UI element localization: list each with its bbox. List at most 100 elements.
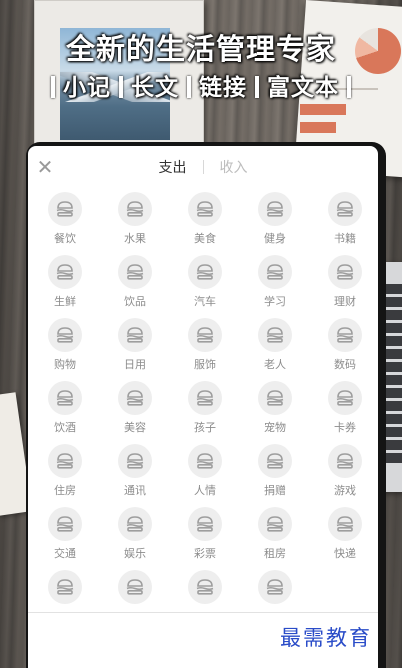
- category-item[interactable]: 餐饮: [30, 192, 100, 255]
- category-item[interactable]: 美容: [100, 381, 170, 444]
- category-item[interactable]: 卡券: [310, 381, 378, 444]
- burger-icon: [56, 264, 74, 280]
- burger-icon: [196, 390, 214, 406]
- category-item[interactable]: 租房: [240, 507, 310, 570]
- category-item[interactable]: 快递: [310, 507, 378, 570]
- category-item[interactable]: 美食: [170, 192, 240, 255]
- category-item[interactable]: 交通: [30, 507, 100, 570]
- category-label: 快递: [334, 547, 356, 560]
- category-label: 服饰: [194, 358, 216, 371]
- category-item[interactable]: 水果: [100, 192, 170, 255]
- category-item[interactable]: 汽车: [170, 255, 240, 318]
- feature-label: 富文本: [267, 75, 339, 101]
- category-label: 汽车: [194, 295, 216, 308]
- category-icon-circle: [118, 255, 152, 289]
- category-item[interactable]: 服饰: [170, 318, 240, 381]
- category-icon-circle: [188, 318, 222, 352]
- category-label: 住房: [54, 484, 76, 497]
- category-item[interactable]: 饮品: [100, 255, 170, 318]
- category-icon-circle: [188, 507, 222, 541]
- promo-feature-list: 小记 长文 链接 富文本: [0, 68, 402, 102]
- burger-icon: [196, 264, 214, 280]
- category-label: 通讯: [124, 484, 146, 497]
- category-item[interactable]: 书籍: [310, 192, 378, 255]
- category-item[interactable]: 孩子: [170, 381, 240, 444]
- category-item[interactable]: 健身: [240, 192, 310, 255]
- burger-icon: [336, 201, 354, 217]
- category-icon-circle: [188, 192, 222, 226]
- category-icon-circle: [48, 255, 82, 289]
- category-label: 健身: [264, 232, 286, 245]
- burger-icon: [266, 579, 284, 595]
- category-icon-circle: [118, 507, 152, 541]
- category-label: 卡券: [334, 421, 356, 434]
- category-icon-circle: [188, 444, 222, 478]
- category-item[interactable]: 住房: [30, 444, 100, 507]
- category-item[interactable]: 宠物: [240, 381, 310, 444]
- category-label: 饮品: [124, 295, 146, 308]
- category-item[interactable]: 娱乐: [100, 507, 170, 570]
- category-item[interactable]: 捐赠: [240, 444, 310, 507]
- category-icon-circle: [328, 318, 362, 352]
- burger-icon: [126, 453, 144, 469]
- category-item[interactable]: [100, 570, 170, 633]
- burger-icon: [196, 201, 214, 217]
- burger-icon: [266, 201, 284, 217]
- burger-icon: [196, 579, 214, 595]
- category-icon-circle: [118, 570, 152, 604]
- category-icon-circle: [328, 192, 362, 226]
- category-item[interactable]: 购物: [30, 318, 100, 381]
- panel-divider: [28, 612, 378, 613]
- category-label: 捐赠: [264, 484, 286, 497]
- category-icon-circle: [328, 444, 362, 478]
- burger-icon: [126, 327, 144, 343]
- burger-icon: [126, 516, 144, 532]
- category-item[interactable]: [170, 570, 240, 633]
- separator-bar: [119, 76, 123, 98]
- category-label: 老人: [264, 358, 286, 371]
- category-icon-circle: [48, 444, 82, 478]
- category-item[interactable]: 日用: [100, 318, 170, 381]
- category-icon-circle: [258, 444, 292, 478]
- separator-bar: [347, 76, 351, 98]
- burger-icon: [336, 327, 354, 343]
- category-item[interactable]: 生鲜: [30, 255, 100, 318]
- category-item[interactable]: 数码: [310, 318, 378, 381]
- category-item[interactable]: 饮酒: [30, 381, 100, 444]
- burger-icon: [126, 201, 144, 217]
- bar-decor: [300, 104, 346, 115]
- category-label: 数码: [334, 358, 356, 371]
- feature-label: 长文: [131, 75, 179, 101]
- category-label: 宠物: [264, 421, 286, 434]
- burger-icon: [266, 516, 284, 532]
- category-label: 生鲜: [54, 295, 76, 308]
- category-item[interactable]: 老人: [240, 318, 310, 381]
- burger-icon: [56, 327, 74, 343]
- separator-bar: [51, 76, 55, 98]
- category-item[interactable]: 彩票: [170, 507, 240, 570]
- burger-icon: [126, 579, 144, 595]
- tab-income[interactable]: 收入: [220, 157, 248, 177]
- feature-label: 小记: [63, 75, 111, 101]
- category-picker-panel: ✕ 支出 收入 餐饮 水果 美食 健身 书籍 生鲜 饮品 汽车 学习 理财 购物 日用 服饰 老人 数码 饮酒美…: [28, 146, 378, 668]
- category-item[interactable]: 理财: [310, 255, 378, 318]
- keyboard-decor: [384, 284, 402, 464]
- feature-label: 链接: [199, 75, 247, 101]
- category-item[interactable]: 人情: [170, 444, 240, 507]
- category-item[interactable]: [30, 570, 100, 633]
- burger-icon: [196, 516, 214, 532]
- category-item[interactable]: 通讯: [100, 444, 170, 507]
- category-icon-circle: [258, 570, 292, 604]
- category-icon-circle: [48, 318, 82, 352]
- category-icon-circle: [328, 255, 362, 289]
- burger-icon: [336, 516, 354, 532]
- tab-expense[interactable]: 支出: [159, 157, 187, 177]
- category-item[interactable]: 学习: [240, 255, 310, 318]
- category-item[interactable]: 游戏: [310, 444, 378, 507]
- burger-icon: [56, 453, 74, 469]
- category-icon-circle: [258, 381, 292, 415]
- separator-bar: [187, 76, 191, 98]
- category-icon-circle: [328, 507, 362, 541]
- category-label: 美食: [194, 232, 216, 245]
- burger-icon: [126, 264, 144, 280]
